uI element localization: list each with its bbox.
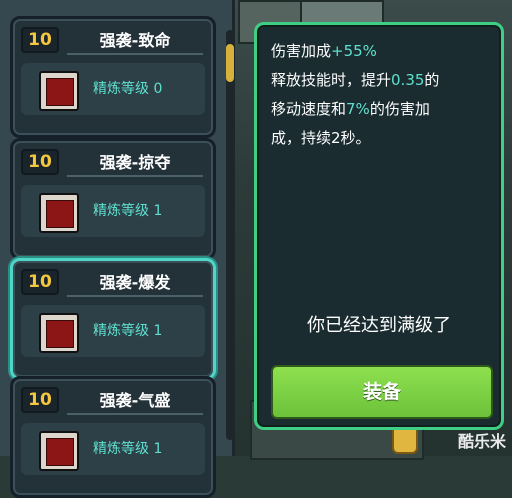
level-badge: 10 xyxy=(21,387,59,413)
skill-card-selected[interactable]: 10 强袭-爆发 精炼等级 1 xyxy=(10,258,216,380)
level-badge: 10 xyxy=(21,149,59,175)
skill-card[interactable]: 10 强袭-致命 精炼等级 0 xyxy=(10,16,216,138)
skill-title: 强袭-掠夺 xyxy=(67,151,203,177)
max-level-message: 你已经达到满级了 xyxy=(307,315,451,336)
skill-title: 强袭-爆发 xyxy=(67,271,203,297)
desc-text: 移动速度和 xyxy=(271,100,347,118)
blade-icon xyxy=(46,200,74,228)
desc-text: 成，持续2秒。 xyxy=(271,129,371,147)
skill-card[interactable]: 10 强袭-掠夺 精炼等级 1 xyxy=(10,138,216,260)
desc-text: 的伤害加 xyxy=(369,100,430,118)
bonus-label: 伤害加成 xyxy=(271,42,332,60)
scrollbar[interactable] xyxy=(226,30,234,440)
skill-list-panel[interactable]: 10 强袭-致命 精炼等级 0 10 强袭-掠夺 精炼等级 1 10 强袭-爆发… xyxy=(0,0,235,498)
equip-button[interactable]: 装备 xyxy=(271,365,493,419)
skill-icon xyxy=(39,431,79,471)
refine-level: 精炼等级 1 xyxy=(93,203,163,219)
refine-level: 精炼等级 0 xyxy=(93,81,163,97)
level-badge: 10 xyxy=(21,269,59,295)
skill-tooltip: 伤害加成+55% 释放技能时，提升0.35的 移动速度和7%的伤害加 成，持续2… xyxy=(254,22,504,430)
bonus-value: +55% xyxy=(331,42,377,60)
speed-value: 0.35 xyxy=(391,71,425,89)
skill-icon xyxy=(39,313,79,353)
desc-text: 的 xyxy=(424,71,440,89)
scrollbar-thumb[interactable] xyxy=(226,44,234,82)
flame-icon xyxy=(46,438,74,466)
damage-value: 7% xyxy=(346,100,370,118)
skill-title: 强袭-致命 xyxy=(67,29,203,55)
watermark: 酷乐米 xyxy=(457,432,506,451)
skill-title: 强袭-气盛 xyxy=(67,389,203,415)
skill-description: 伤害加成+55% 释放技能时，提升0.35的 移动速度和7%的伤害加 成，持续2… xyxy=(271,37,491,153)
refine-level: 精炼等级 1 xyxy=(93,323,163,339)
skill-icon xyxy=(39,193,79,233)
skull-icon xyxy=(46,78,74,106)
level-badge: 10 xyxy=(21,27,59,53)
skill-icon xyxy=(39,71,79,111)
skill-card[interactable]: 10 强袭-气盛 精炼等级 1 xyxy=(10,376,216,498)
desc-text: 释放技能时，提升 xyxy=(271,71,392,89)
refine-level: 精炼等级 1 xyxy=(93,441,163,457)
burst-icon xyxy=(46,320,74,348)
